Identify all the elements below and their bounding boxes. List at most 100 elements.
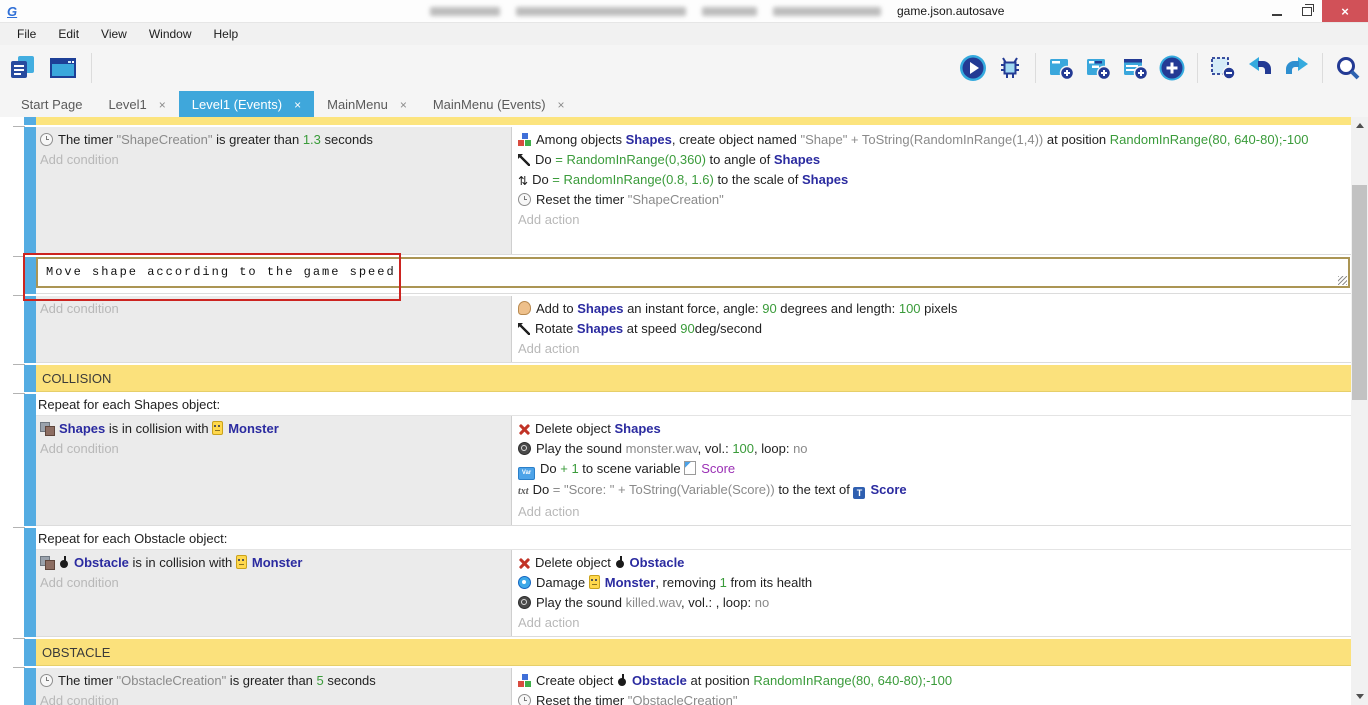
add-condition-button[interactable]: Add condition [40,573,505,593]
text-segment: Shapes [626,132,672,147]
tab-level1[interactable]: Level1 × [95,91,178,118]
action[interactable]: Create object Obstacle at position Rando… [518,671,1345,691]
actions-column[interactable]: Delete object ObstacleDamage Monster, re… [511,550,1351,636]
text-segment: , vol.: , loop: [681,595,755,610]
condition[interactable]: The timer "ObstacleCreation" is greater … [40,671,505,691]
debug-button[interactable] [995,53,1025,83]
search-icon [1334,54,1362,82]
text-segment: "ShapeCreation" [117,132,213,147]
add-comment-button[interactable] [1120,53,1150,83]
comment-banner[interactable]: COLLISION [36,365,1351,392]
condition[interactable]: Obstacle is in collision with Monster [40,553,505,573]
action[interactable]: Do = RandomInRange(0,360) to angle of Sh… [518,150,1345,170]
tab-close-icon[interactable]: × [159,98,166,112]
comment-banner-partial[interactable] [36,117,1351,125]
restore-button[interactable] [1292,0,1322,22]
redo-icon [1283,54,1311,82]
action[interactable]: VarDo + 1 to scene variable Score [518,459,1345,480]
event-selection-bar[interactable] [24,127,36,255]
action[interactable]: Add to Shapes an instant force, angle: 9… [518,299,1345,319]
action[interactable]: Among objects Shapes, create object name… [518,130,1345,150]
add-condition-button[interactable]: Add condition [40,299,505,319]
undo-icon [1246,54,1274,82]
remove-event-button[interactable] [1208,53,1238,83]
action[interactable]: Reset the timer "ObstacleCreation" [518,691,1345,705]
action[interactable]: txtDo = "Score: " + ToString(Variable(Sc… [518,480,1345,502]
undo-button[interactable] [1245,53,1275,83]
action[interactable]: Play the sound monster.wav, vol.: 100, l… [518,439,1345,459]
menu-view[interactable]: View [90,23,138,45]
conditions-column[interactable]: Add condition [36,296,511,362]
minimize-button[interactable] [1262,0,1292,22]
scrollbar-up-button[interactable] [1351,117,1368,134]
event-selection-bar[interactable] [24,528,36,637]
add-circle-button[interactable] [1157,53,1187,83]
add-action-button[interactable]: Add action [518,210,1345,230]
event-selection-bar[interactable] [24,668,36,705]
scene-editor-button[interactable] [48,53,78,83]
tab-label: MainMenu (Events) [433,97,546,112]
play-button[interactable] [958,53,988,83]
actions-column[interactable]: Delete object ShapesPlay the sound monst… [511,416,1351,525]
tab-start-page[interactable]: Start Page [8,91,95,118]
actions-column[interactable]: Create object Obstacle at position Rando… [511,668,1351,705]
repeat-event-header[interactable]: Repeat for each Shapes object: [36,394,1351,416]
tab-close-icon[interactable]: × [558,98,565,112]
conditions-column[interactable]: Obstacle is in collision with MonsterAdd… [36,550,511,636]
add-event-button[interactable] [1046,53,1076,83]
conditions-column[interactable]: The timer "ObstacleCreation" is greater … [36,668,511,705]
actions-column[interactable]: Add to Shapes an instant force, angle: 9… [511,296,1351,362]
add-action-button[interactable]: Add action [518,339,1345,359]
event-selection-bar[interactable] [24,639,36,666]
add-condition-button[interactable]: Add condition [40,150,505,170]
vertical-scrollbar[interactable] [1351,117,1368,705]
add-subevent-button[interactable] [1083,53,1113,83]
action[interactable]: Reset the timer "ShapeCreation" [518,190,1345,210]
conditions-column[interactable]: The timer "ShapeCreation" is greater tha… [36,127,511,254]
action[interactable]: Delete object Shapes [518,419,1345,439]
close-button[interactable]: × [1322,0,1368,22]
action[interactable]: Play the sound killed.wav, vol.: , loop:… [518,593,1345,613]
tab-mainmenu[interactable]: MainMenu × [314,91,420,118]
menu-edit[interactable]: Edit [47,23,90,45]
repeat-event-header[interactable]: Repeat for each Obstacle object: [36,528,1351,550]
menu-window[interactable]: Window [138,23,203,45]
toolbar-separator [1197,53,1198,83]
condition[interactable]: The timer "ShapeCreation" is greater tha… [40,130,505,150]
search-button[interactable] [1333,53,1363,83]
actions-column[interactable]: Among objects Shapes, create object name… [511,127,1351,254]
add-condition-button[interactable]: Add condition [40,439,505,459]
add-condition-button[interactable]: Add condition [40,691,505,705]
text-segment: Play the sound [536,441,626,456]
event-selection-bar[interactable] [24,117,36,125]
scrollbar-thumb[interactable] [1352,185,1367,400]
redo-button[interactable] [1282,53,1312,83]
menu-help[interactable]: Help [203,23,250,45]
comment-banner[interactable]: OBSTACLE [36,639,1351,666]
add-action-button[interactable]: Add action [518,613,1345,633]
text-segment: Reset the timer [536,192,628,207]
force-icon [518,301,531,315]
project-manager-button[interactable] [8,53,38,83]
add-subevent-icon [1084,54,1112,82]
action[interactable]: Delete object Obstacle [518,553,1345,573]
add-action-button[interactable]: Add action [518,502,1345,522]
text-segment: Play the sound [536,595,626,610]
event-selection-bar[interactable] [24,365,36,392]
event-selection-bar[interactable] [24,296,36,363]
action[interactable]: ⇅Do = RandomInRange(0.8, 1.6) to the sca… [518,170,1345,190]
tab-close-icon[interactable]: × [400,98,407,112]
action[interactable]: Damage Monster, removing 1 from its heal… [518,573,1345,593]
event-columns: Obstacle is in collision with MonsterAdd… [36,550,1351,637]
tab-close-icon[interactable]: × [294,98,301,112]
action[interactable]: Rotate Shapes at speed 90deg/second [518,319,1345,339]
scrollbar-down-button[interactable] [1351,688,1368,705]
tab-level1-events[interactable]: Level1 (Events) × [179,91,314,118]
event-selection-bar[interactable] [24,257,36,294]
event-selection-bar[interactable] [24,394,36,526]
menu-file[interactable]: File [6,23,47,45]
tab-mainmenu-events[interactable]: MainMenu (Events) × [420,91,578,118]
comment-edit-textarea[interactable]: Move shape according to the game speed [36,257,1350,288]
conditions-column[interactable]: Shapes is in collision with MonsterAdd c… [36,416,511,525]
condition[interactable]: Shapes is in collision with Monster [40,419,505,439]
